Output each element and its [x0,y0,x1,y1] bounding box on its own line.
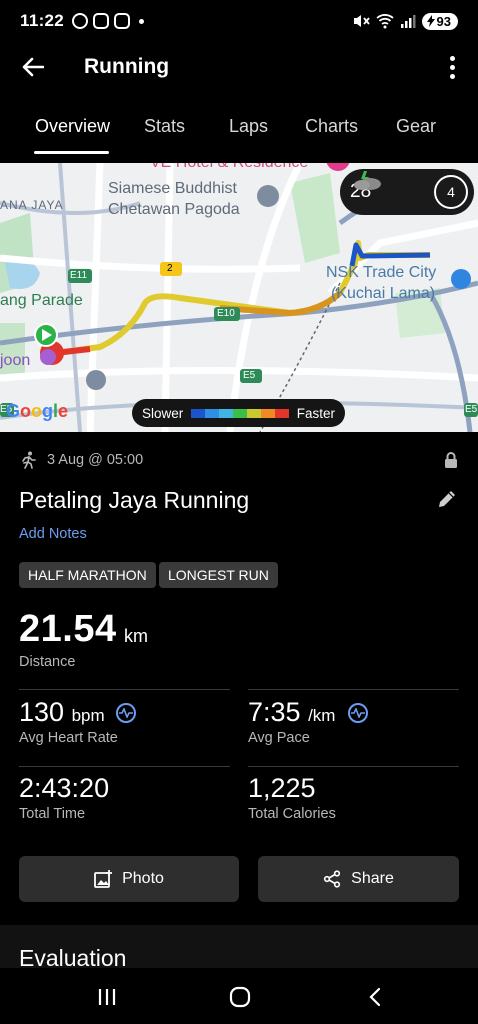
back-chevron-icon [369,987,381,1007]
calories-value: 1,225 [248,773,316,803]
divider [19,689,230,690]
more-vert-icon [449,55,455,61]
signal-icon [400,15,416,28]
total-time-value: 2:43:20 [19,773,110,803]
battery-level: 93 [436,13,451,29]
map-label-joon: joon [0,352,31,369]
legend-color-bar [191,408,289,418]
add-notes-link[interactable]: Add Notes [19,526,87,542]
badge-half-marathon: HALF MARATHON [19,562,156,588]
recent-apps-icon [98,989,116,1005]
pace-label: Avg Pace [248,730,310,746]
map-label-pagoda-line1: Siamese Buddhist [108,180,237,197]
share-button[interactable]: Share [258,856,459,902]
legend-segment-1 [205,408,220,418]
road-label-e11: E11 [70,270,88,281]
distance-unit: km [124,626,148,646]
heart-rate-unit: bpm [71,706,105,725]
tab-overview[interactable]: Overview [35,116,110,137]
badge-longest-run: LONGEST RUN [159,562,278,588]
add-photo-icon [94,870,113,888]
more-options-button[interactable] [440,50,464,84]
legend-segment-2 [219,408,234,418]
total-time-label: Total Time [19,806,86,822]
distance-label: Distance [19,654,76,670]
system-back-button[interactable] [355,982,395,1012]
calories-label: Total Calories [248,806,336,822]
recent-apps-button[interactable] [87,982,127,1012]
distance-value: 21.54 [19,608,117,650]
road-label-e5-right: E5 [465,404,478,415]
heart-rate-value: 130 bpm [19,697,105,727]
pace-legend: Slower Faster [132,399,345,427]
map-label-hotel: VE Hotel & Residence [150,163,308,173]
photo-button-label: Photo [122,870,164,887]
legend-segment-0 [191,408,206,418]
wifi-icon [375,14,394,29]
evaluation-section: Evaluation [0,925,478,973]
activity-date: 3 Aug @ 05:00 [47,452,144,468]
divider [248,689,459,690]
app-bar: Running [0,42,478,92]
charging-icon [426,15,435,27]
tab-stats[interactable]: Stats [144,116,185,137]
running-icon [22,451,36,469]
home-icon [229,986,251,1008]
pace-value: 7:35 /km [248,697,336,727]
more-notifications-dot [139,18,145,24]
legend-segment-6 [274,408,289,418]
legend-segment-4 [246,408,261,418]
edit-pencil-icon[interactable] [436,488,458,510]
arrow-left-icon [22,57,44,77]
whatsapp-icon [72,13,89,29]
home-button[interactable] [220,982,260,1012]
status-time: 11:22 [20,11,65,30]
instagram-icon [93,13,110,29]
divider [248,766,459,767]
road-label-e5: E5 [243,370,256,381]
active-tab-indicator [34,151,109,154]
mute-icon [353,15,370,27]
cloud-storm-icon [354,171,381,190]
share-button-label: Share [351,870,394,887]
map-label-parade: ang Parade [0,292,83,309]
tab-bar: Overview Stats Laps Charts Gear [0,104,478,156]
system-icons: 93 [352,12,458,30]
google-logo: Google [6,401,69,421]
road-label-e10: E10 [217,308,235,319]
weather-count: 4 [434,175,468,209]
legend-faster-label: Faster [296,405,335,421]
battery-indicator: 93 [421,12,458,30]
status-bar: 11:22 93 [0,0,478,42]
weather-widget[interactable]: 28° 4 [340,169,474,215]
heart-rate-label: Avg Heart Rate [19,730,118,746]
map-label-nsk-line2: (Kuchai Lama) [331,285,436,302]
legend-segment-3 [233,408,247,418]
tab-laps[interactable]: Laps [229,116,268,137]
pace-unit: /km [308,706,336,725]
heart-rate-pulse-icon[interactable] [116,703,136,723]
pace-pulse-icon[interactable] [348,703,368,723]
map-label-pagoda-line2: Chetawan Pagoda [108,201,240,218]
add-photo-button[interactable]: Photo [19,856,239,902]
notification-icons [72,13,145,29]
instagram-icon-2 [114,13,131,29]
activity-meta: 3 Aug @ 05:00 [19,449,458,471]
legend-slower-label: Slower [142,405,184,421]
divider [19,766,230,767]
map-label-area: ANA JAYA [0,198,64,212]
legend-segment-5 [260,408,275,418]
back-button[interactable] [3,42,63,92]
tab-charts[interactable]: Charts [305,116,358,137]
route-map[interactable]: VE Hotel & Residence Siamese Buddhist Ch… [0,163,478,432]
map-label-nsk-line1: NSK Trade City [326,264,437,281]
road-label-2: 2 [167,263,173,274]
tab-gear[interactable]: Gear [396,116,436,137]
page-title: Running [84,55,170,78]
share-icon [324,870,341,888]
lock-icon[interactable] [444,452,458,468]
system-nav-bar [0,968,478,1024]
activity-title: Petaling Jaya Running [19,487,250,513]
